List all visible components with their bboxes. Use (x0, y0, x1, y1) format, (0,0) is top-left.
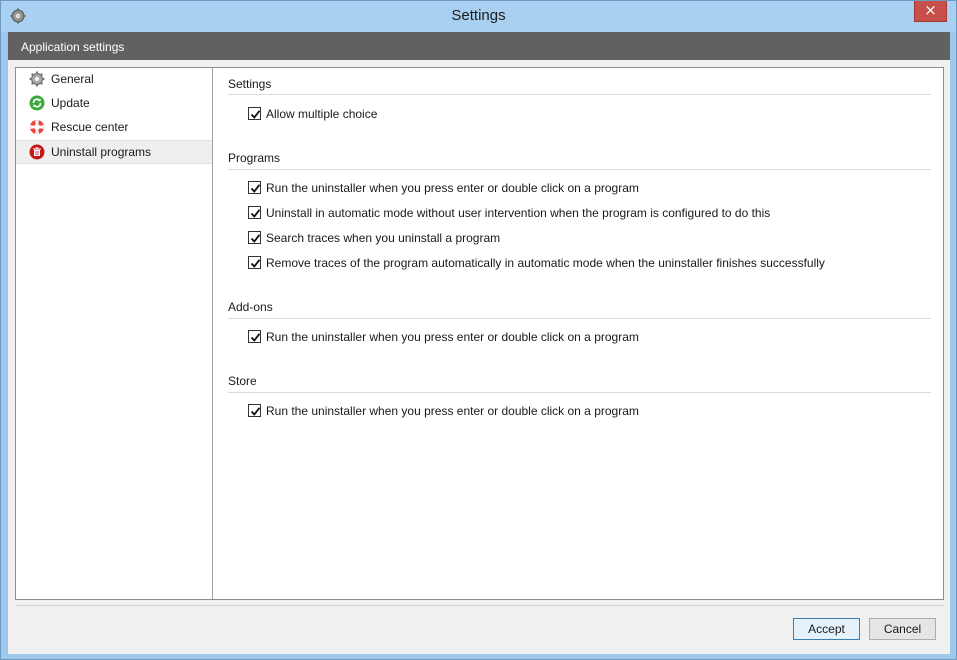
option-label: Search traces when you uninstall a progr… (266, 231, 501, 245)
section-title-add-ons: Add-ons (228, 300, 273, 314)
sidebar-item-label: General (51, 72, 94, 86)
settings-window: Settings × Application settings General … (0, 0, 957, 660)
option-label: Allow multiple choice (266, 107, 378, 121)
close-icon: × (924, 1, 937, 19)
option-label: Run the uninstaller when you press enter… (266, 330, 639, 344)
header-title: Application settings (21, 40, 125, 54)
checkbox[interactable] (248, 181, 261, 194)
title-bar[interactable]: Settings × (1, 1, 956, 32)
gear-icon (29, 71, 45, 87)
checkbox[interactable] (248, 206, 261, 219)
option-label: Run the uninstaller when you press enter… (266, 181, 639, 195)
option-label: Uninstall in automatic mode without user… (266, 206, 771, 220)
refresh-icon (29, 95, 45, 111)
section-divider (228, 169, 931, 170)
close-button[interactable]: × (914, 1, 947, 22)
settings-panel: General Update Rescue center Uninstall p… (15, 67, 944, 600)
sidebar-item-label: Uninstall programs (51, 145, 152, 159)
checkbox[interactable] (248, 330, 261, 343)
checkbox[interactable] (248, 231, 261, 244)
trash-icon (29, 144, 45, 160)
sidebar-item-general[interactable]: General (16, 68, 212, 92)
lifebuoy-icon (29, 119, 45, 135)
section-title-store: Store (228, 374, 257, 388)
section-title-programs: Programs (228, 151, 281, 165)
option-label: Run the uninstaller when you press enter… (266, 404, 639, 418)
sidebar-item-label: Rescue center (51, 120, 129, 134)
sidebar: General Update Rescue center Uninstall p… (16, 68, 213, 599)
footer-divider (15, 605, 944, 606)
window-title: Settings (451, 7, 506, 24)
sidebar-item-update[interactable]: Update (16, 92, 212, 116)
header-band: Application settings (8, 32, 950, 60)
accept-button[interactable]: Accept (793, 618, 860, 640)
options-content: Settings Allow multiple choice Programs … (214, 68, 943, 599)
option-label: Remove traces of the program automatical… (266, 256, 825, 270)
sidebar-item-rescue-center[interactable]: Rescue center (16, 116, 212, 140)
checkbox[interactable] (248, 404, 261, 417)
section-divider (228, 94, 931, 95)
section-divider (228, 318, 931, 319)
checkbox[interactable] (248, 256, 261, 269)
cancel-button[interactable]: Cancel (869, 618, 936, 640)
section-divider (228, 392, 931, 393)
sidebar-item-label: Update (51, 96, 90, 110)
section-title-settings: Settings (228, 77, 272, 91)
sidebar-item-uninstall-programs[interactable]: Uninstall programs (16, 140, 212, 164)
checkbox[interactable] (248, 107, 261, 120)
client-area: Application settings General Update Resc… (8, 32, 950, 654)
